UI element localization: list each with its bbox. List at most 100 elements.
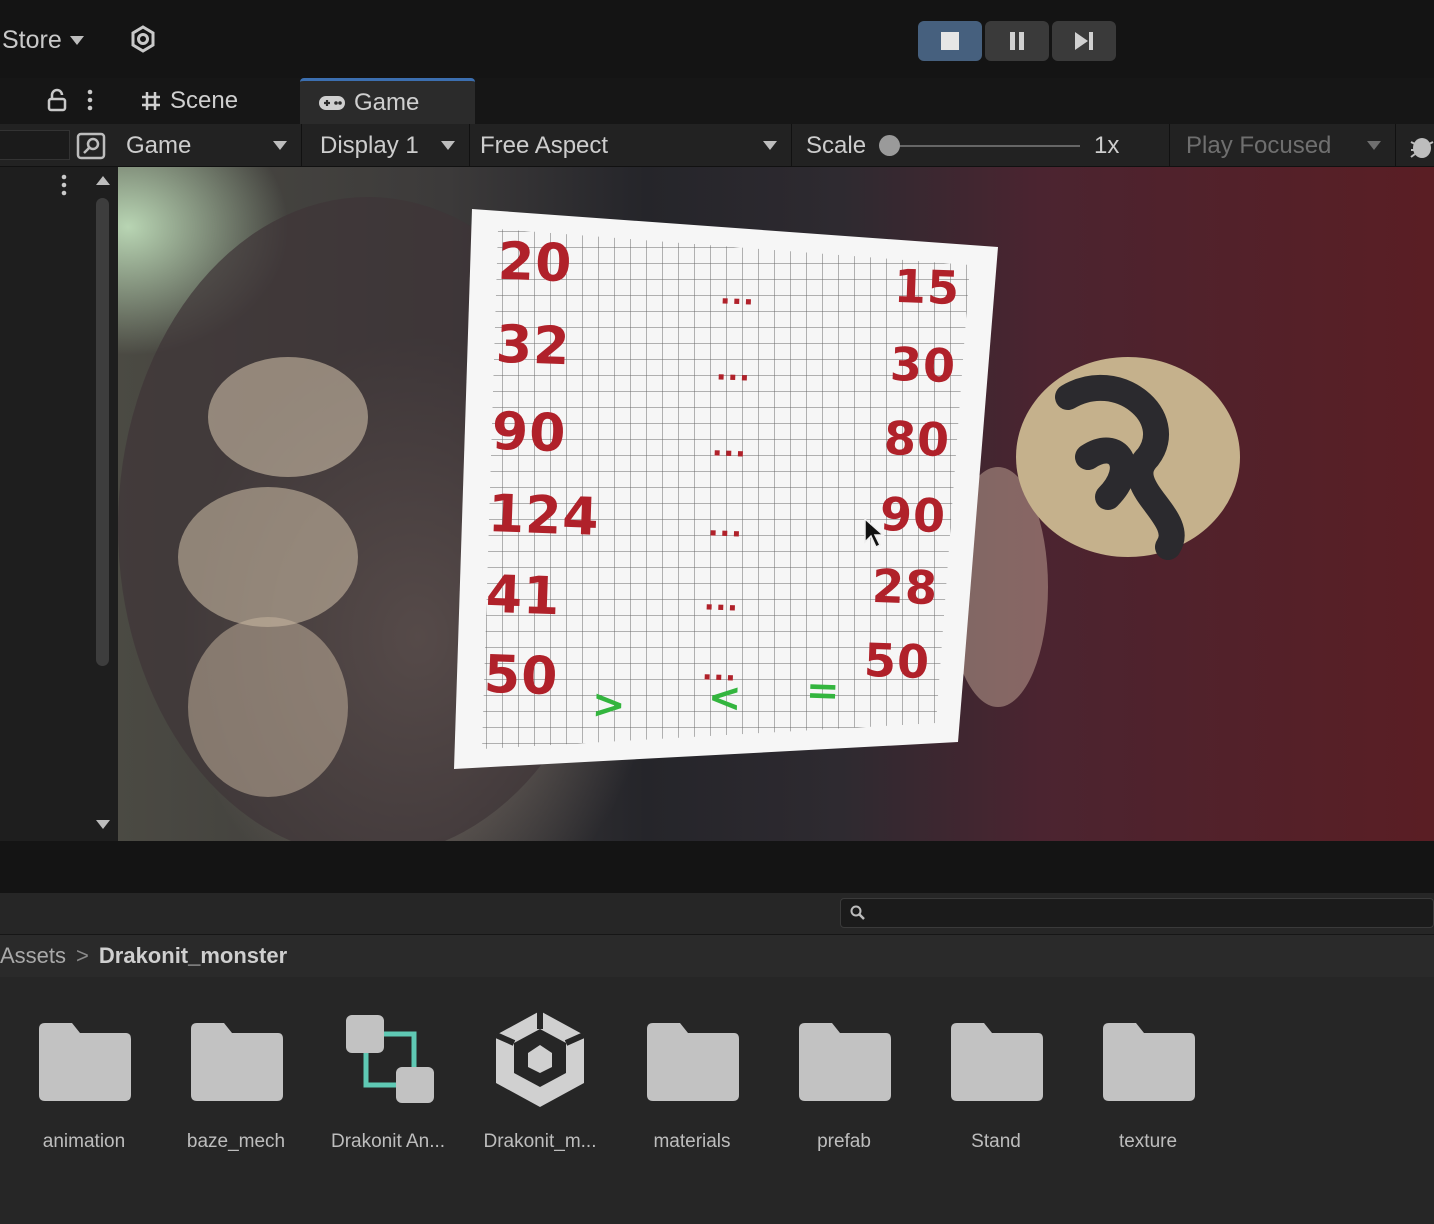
card-right-number: 30 bbox=[889, 337, 957, 394]
asset-label: Drakonit An... bbox=[330, 1131, 446, 1152]
folder-icon bbox=[799, 1023, 891, 1101]
tab-scene[interactable]: Scene bbox=[122, 78, 256, 124]
card-comparison-symbol: < bbox=[707, 674, 744, 722]
asset-grid: animation baze_mech Drakonit An... Drakonit… bbox=[0, 977, 1434, 1224]
store-dropdown[interactable]: Store bbox=[2, 26, 84, 55]
asset-label: Stand bbox=[971, 1131, 1021, 1152]
asset-item[interactable]: prefab bbox=[774, 1007, 914, 1153]
scroll-down-icon[interactable] bbox=[96, 820, 110, 829]
card-right-number: 28 bbox=[871, 559, 939, 616]
chevron-down-icon bbox=[441, 141, 455, 150]
lock-icon[interactable] bbox=[45, 88, 69, 112]
play-focused-label: Play Focused bbox=[1186, 131, 1332, 159]
folder-icon bbox=[191, 1023, 283, 1101]
folder-icon bbox=[647, 1023, 739, 1101]
folder-icon bbox=[1103, 1023, 1195, 1101]
asset-item[interactable]: Drakonit An... bbox=[318, 1007, 458, 1153]
play-controls bbox=[918, 21, 1116, 61]
grid-hash-icon bbox=[142, 92, 160, 110]
scale-label: Scale bbox=[806, 131, 867, 159]
card-left-number: 50 bbox=[482, 645, 560, 708]
breadcrumb: Assets > Drakonit_monster bbox=[0, 935, 1434, 977]
display-dropdown[interactable]: Display 1 bbox=[302, 124, 470, 167]
game-view-toolbar: Game Display 1 Free Aspect Scale 1x Play… bbox=[0, 124, 1434, 167]
card-right-number: 90 bbox=[879, 487, 947, 544]
step-icon bbox=[1075, 32, 1093, 50]
game-mode-label: Game bbox=[126, 131, 192, 159]
breadcrumb-current-folder[interactable]: Drakonit_monster bbox=[99, 943, 287, 969]
card-left-number: 32 bbox=[494, 315, 572, 378]
vertical-scrollbar[interactable] bbox=[96, 198, 109, 666]
card-dots: ... bbox=[707, 508, 744, 544]
chevron-down-icon bbox=[763, 141, 777, 150]
store-label: Store bbox=[2, 26, 62, 54]
card-left-number: 41 bbox=[484, 565, 562, 628]
chevron-down-icon bbox=[1367, 141, 1381, 150]
folder-icon bbox=[39, 1023, 131, 1101]
tab-game[interactable]: Game bbox=[300, 78, 475, 124]
stop-icon bbox=[941, 32, 959, 50]
scroll-up-icon[interactable] bbox=[96, 176, 110, 185]
panel-divider bbox=[0, 841, 1434, 893]
card-right-number: 50 bbox=[863, 633, 931, 690]
pause-icon bbox=[1010, 32, 1024, 50]
card-comparison-symbol: > bbox=[591, 681, 628, 729]
asset-item[interactable]: materials bbox=[622, 1007, 762, 1153]
stop-button[interactable] bbox=[918, 21, 982, 61]
game-viewport[interactable]: 20 32 90 124 41 50.................. 15 30 80 90 2… bbox=[118, 167, 1434, 841]
card-dots: ... bbox=[711, 428, 748, 464]
ar-number-card bbox=[454, 209, 998, 769]
card-comparison-symbol: = bbox=[805, 667, 842, 715]
search-icon bbox=[850, 905, 865, 920]
card-right-number: 80 bbox=[883, 411, 951, 468]
breadcrumb-separator: > bbox=[76, 943, 89, 968]
chevron-down-icon bbox=[69, 36, 84, 45]
asset-item[interactable]: Drakonit_m... bbox=[470, 1007, 610, 1153]
asset-item[interactable]: texture bbox=[1078, 1007, 1218, 1153]
prefab-cube-icon bbox=[494, 1011, 586, 1107]
card-right-number: 15 bbox=[893, 259, 961, 316]
view-tab-bar: Scene Game bbox=[0, 78, 1434, 124]
folder-icon bbox=[951, 1023, 1043, 1101]
scale-value: 1x bbox=[1094, 131, 1120, 159]
settings-gear-icon[interactable] bbox=[128, 24, 158, 54]
project-search-input[interactable] bbox=[840, 898, 1434, 928]
more-options-icon[interactable] bbox=[60, 173, 68, 197]
card-dots: ... bbox=[719, 276, 756, 312]
asset-item[interactable]: Stand bbox=[926, 1007, 1066, 1153]
scale-slider-track[interactable] bbox=[890, 145, 1080, 147]
tab-game-label: Game bbox=[354, 88, 420, 116]
step-button[interactable] bbox=[1052, 21, 1116, 61]
breadcrumb-assets[interactable]: Assets bbox=[0, 943, 66, 969]
bug-icon[interactable] bbox=[1406, 132, 1434, 160]
pause-button[interactable] bbox=[985, 21, 1049, 61]
asset-label: materials bbox=[653, 1131, 731, 1152]
animator-controller-icon bbox=[346, 1015, 434, 1103]
asset-item[interactable]: animation bbox=[14, 1007, 154, 1153]
tab-scene-label: Scene bbox=[170, 87, 239, 114]
card-left-number: 90 bbox=[490, 402, 568, 465]
game-mode-dropdown[interactable]: Game bbox=[118, 124, 302, 167]
asset-label: prefab bbox=[817, 1131, 871, 1152]
scale-slider-knob[interactable] bbox=[879, 135, 900, 156]
gamepad-icon bbox=[319, 95, 345, 110]
mouse-cursor-icon bbox=[864, 518, 885, 549]
asset-label: texture bbox=[1118, 1131, 1178, 1152]
scene-search-icon[interactable] bbox=[76, 132, 106, 160]
asset-label: baze_mech bbox=[186, 1131, 286, 1152]
more-options-icon[interactable] bbox=[86, 88, 94, 112]
card-left-number: 124 bbox=[486, 484, 601, 549]
aspect-label: Free Aspect bbox=[480, 131, 609, 159]
card-dots: ... bbox=[715, 352, 752, 388]
hierarchy-search-field[interactable] bbox=[0, 130, 70, 160]
aspect-dropdown[interactable]: Free Aspect bbox=[470, 124, 792, 167]
asset-item[interactable]: baze_mech bbox=[166, 1007, 306, 1153]
card-dots: ... bbox=[703, 582, 740, 618]
main-toolbar: Store bbox=[0, 0, 1434, 78]
asset-label: Drakonit_m... bbox=[483, 1131, 597, 1152]
chevron-down-icon bbox=[273, 141, 287, 150]
card-left-number: 20 bbox=[496, 232, 574, 295]
asset-label: animation bbox=[42, 1131, 126, 1152]
play-focused-dropdown[interactable]: Play Focused bbox=[1170, 124, 1396, 167]
display-label: Display 1 bbox=[320, 131, 419, 159]
